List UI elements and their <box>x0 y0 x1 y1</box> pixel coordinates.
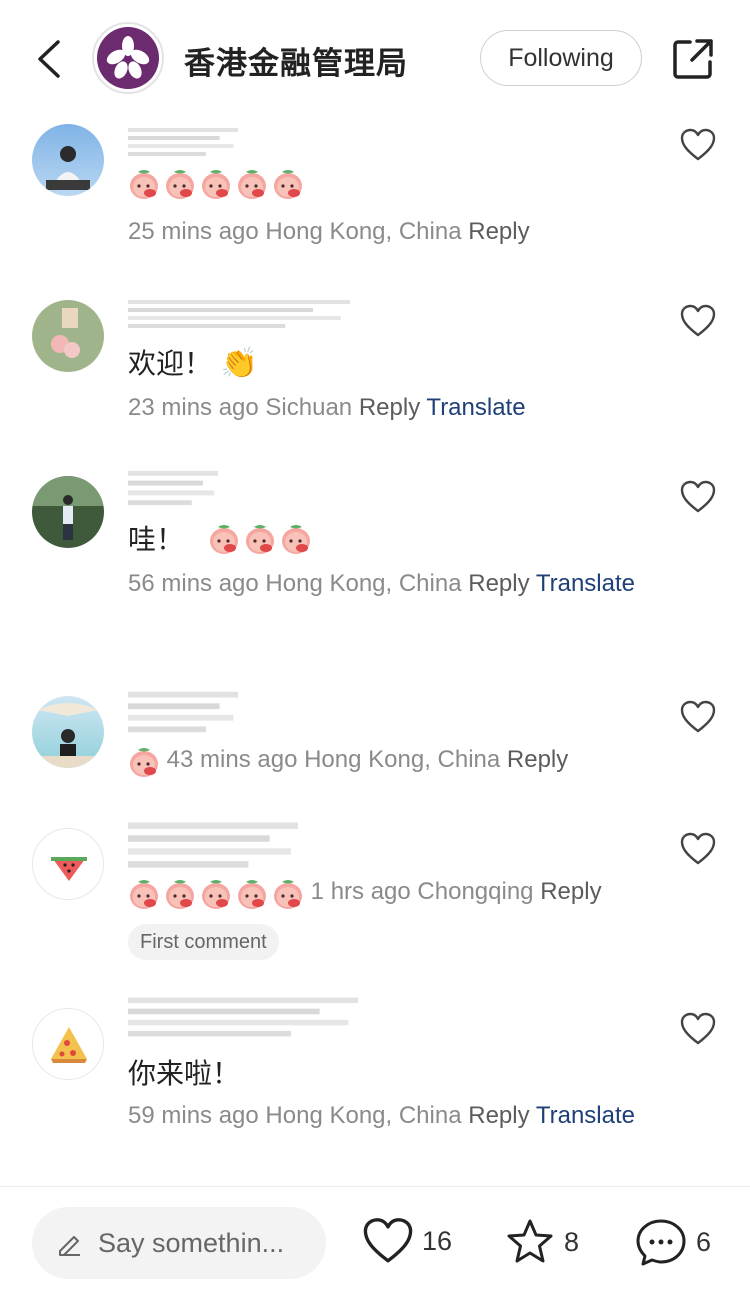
reply-link[interactable]: Reply <box>468 570 529 597</box>
comment-emoji-row <box>128 166 304 200</box>
pencil-icon <box>59 1236 80 1256</box>
commenter-avatar[interactable] <box>32 1008 104 1080</box>
like-comment-icon[interactable] <box>680 304 716 338</box>
peach-emoji-icon <box>208 521 240 555</box>
like-count: 16 <box>422 1225 453 1256</box>
peach-emoji-icon <box>164 166 196 200</box>
comment-text: 欢迎！ <box>128 347 213 380</box>
reply-link[interactable]: Reply <box>359 394 420 421</box>
commenter-avatar[interactable] <box>32 476 104 548</box>
peach-emoji-icon <box>128 166 160 200</box>
comment-time: 56 mins ago <box>128 570 259 597</box>
like-comment-icon[interactable] <box>680 1012 716 1046</box>
comment-location: Hong Kong, China <box>265 218 462 245</box>
reply-link[interactable]: Reply <box>468 1102 529 1129</box>
commenter-name-blurred[interactable] <box>128 816 298 874</box>
commenter-avatar[interactable] <box>32 696 104 768</box>
first-comment-badge: First comment <box>128 924 279 960</box>
comment-location: Chongqing <box>417 878 534 905</box>
like-comment-icon[interactable] <box>680 832 716 866</box>
comment-text: 哇！ <box>128 523 185 556</box>
collect-button[interactable]: 8 <box>504 1217 579 1267</box>
comment-text-row: 欢迎！ 👏 <box>128 342 258 382</box>
reply-link[interactable]: Reply <box>468 218 529 245</box>
comment-location: Hong Kong, China <box>265 570 462 597</box>
star-icon <box>507 1219 553 1263</box>
header: 香港金融管理局 Following <box>0 0 750 112</box>
peach-emoji-icon <box>244 521 276 555</box>
translate-link[interactable]: Translate <box>426 394 525 421</box>
comment-meta: 59 mins ago Hong Kong, China Reply Trans… <box>128 1094 638 1138</box>
peach-emoji-icon <box>236 876 268 910</box>
commenter-name-blurred[interactable] <box>128 992 358 1042</box>
comment-meta: 56 mins ago Hong Kong, China Reply Trans… <box>128 562 638 606</box>
account-name[interactable]: 香港金融管理局 <box>184 38 408 83</box>
comment-time: 25 mins ago <box>128 218 259 245</box>
commenter-name-blurred[interactable] <box>128 296 350 332</box>
commenter-name-blurred[interactable] <box>128 686 238 738</box>
comment-input-placeholder: Say somethin... <box>98 1227 285 1258</box>
bottom-action-bar: Say somethin... 16 8 6 <box>0 1186 750 1294</box>
comment-location: Hong Kong, China <box>265 1102 462 1129</box>
peach-emoji-icon <box>272 166 304 200</box>
following-button[interactable]: Following <box>480 30 642 86</box>
commenter-avatar[interactable] <box>32 124 104 196</box>
like-comment-icon[interactable] <box>680 700 716 734</box>
comment-meta: 23 mins ago Sichuan Reply Translate <box>128 386 638 430</box>
bauhinia-logo-icon <box>106 36 150 79</box>
commenter-avatar[interactable] <box>32 300 104 372</box>
comment-text: 你来啦！ <box>128 1057 241 1090</box>
comment-time: 23 mins ago <box>128 394 259 421</box>
commenter-name-blurred[interactable] <box>128 466 218 510</box>
clapping-hands-icon: 👏 <box>220 346 259 381</box>
comment-meta: 1 hrs ago Chongqing Reply <box>128 870 688 914</box>
comment-input[interactable]: Say somethin... <box>32 1207 326 1279</box>
like-comment-icon[interactable] <box>680 480 716 514</box>
peach-emoji-icon <box>128 744 160 778</box>
like-button[interactable]: 16 <box>362 1217 452 1265</box>
comment-time: 43 mins ago <box>166 746 298 773</box>
peach-emoji-icon <box>236 166 268 200</box>
comment-emoji-row <box>128 876 304 910</box>
commenter-name-blurred[interactable] <box>128 124 238 160</box>
comment-location: Hong Kong, China <box>304 746 501 773</box>
heart-icon <box>363 1218 413 1263</box>
account-avatar[interactable] <box>92 22 164 94</box>
comment-button[interactable]: 6 <box>634 1217 711 1267</box>
translate-link[interactable]: Translate <box>536 570 635 597</box>
comment-emoji-row <box>208 521 312 555</box>
reply-link[interactable]: Reply <box>540 878 601 905</box>
comment-count: 6 <box>696 1226 712 1257</box>
like-comment-icon[interactable] <box>680 128 716 162</box>
comment-time: 59 mins ago <box>128 1102 259 1129</box>
watermelon-icon <box>51 857 87 881</box>
reply-link[interactable]: Reply <box>507 746 568 773</box>
peach-emoji-icon <box>164 876 196 910</box>
comment-meta: 25 mins ago Hong Kong, China Reply <box>128 210 638 254</box>
share-icon[interactable] <box>670 36 716 82</box>
peach-emoji-icon <box>200 166 232 200</box>
peach-emoji-icon <box>128 876 160 910</box>
comment-location: Sichuan <box>265 394 353 421</box>
collect-count: 8 <box>564 1226 580 1257</box>
comment-meta: 43 mins ago Hong Kong, China Reply <box>128 738 688 782</box>
back-arrow-icon[interactable] <box>30 36 70 82</box>
peach-emoji-icon <box>272 876 304 910</box>
commenter-avatar[interactable] <box>32 828 104 900</box>
comment-bubble-icon <box>636 1219 686 1266</box>
comment-text-row: 哇！ <box>128 518 312 558</box>
pizza-icon <box>51 1027 87 1063</box>
peach-emoji-icon <box>200 876 232 910</box>
comment-time: 1 hrs ago <box>310 878 411 905</box>
peach-emoji-icon <box>280 521 312 555</box>
translate-link[interactable]: Translate <box>536 1102 635 1129</box>
